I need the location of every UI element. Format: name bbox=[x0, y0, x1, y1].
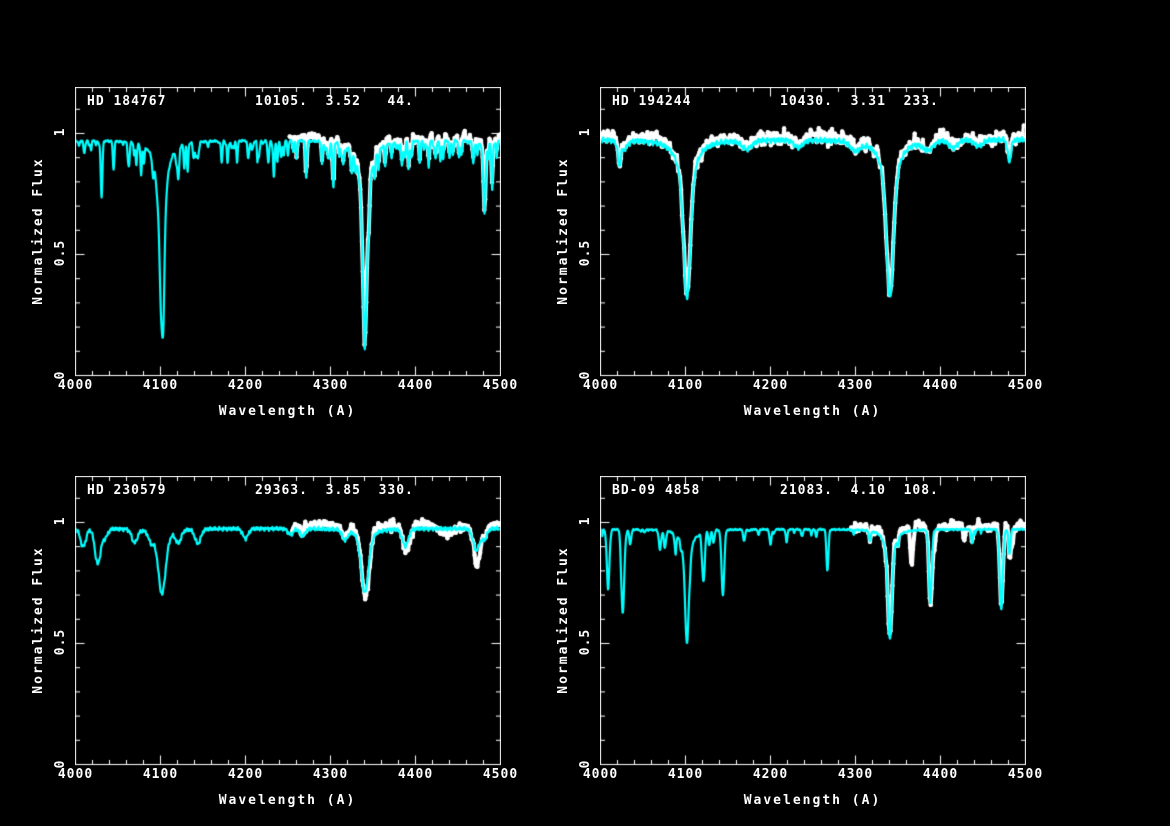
spectrum-panel-hd194244: HD 194244 10430. 3.31 233. Wavelength (A… bbox=[525, 0, 1110, 413]
x-tick-label: 4100 bbox=[656, 767, 716, 783]
y-tick-label: 1 bbox=[53, 491, 69, 551]
spectrum-plot-canvas bbox=[75, 87, 501, 377]
spectrum-plot-canvas bbox=[75, 476, 501, 766]
star-name-label: HD 230579 bbox=[87, 483, 166, 499]
star-name-label: HD 194244 bbox=[612, 94, 691, 110]
fit-params-label: 10430. 3.31 233. bbox=[780, 94, 939, 110]
y-tick-label: 0.5 bbox=[578, 612, 594, 672]
y-axis-title: Normalized Flux bbox=[556, 476, 572, 764]
x-tick-label: 4400 bbox=[911, 767, 971, 783]
y-tick-label: 0.5 bbox=[53, 223, 69, 283]
spectrum-panel-bd094858: BD-09 4858 21083. 4.10 108. Wavelength (… bbox=[525, 389, 1110, 802]
star-name-label: HD 184767 bbox=[87, 94, 166, 110]
fit-params-label: 29363. 3.85 330. bbox=[255, 483, 414, 499]
y-tick-label: 0.5 bbox=[53, 612, 69, 672]
x-tick-label: 4500 bbox=[996, 767, 1056, 783]
x-tick-label: 4300 bbox=[301, 767, 361, 783]
spectrum-plot-canvas bbox=[600, 87, 1026, 377]
y-axis-title: Normalized Flux bbox=[31, 87, 47, 375]
fit-params-label: 21083. 4.10 108. bbox=[780, 483, 939, 499]
x-tick-label: 4500 bbox=[471, 767, 531, 783]
x-tick-label: 4200 bbox=[741, 767, 801, 783]
x-tick-label: 4100 bbox=[131, 767, 191, 783]
fit-params-label: 10105. 3.52 44. bbox=[255, 94, 414, 110]
y-tick-label: 0 bbox=[578, 734, 594, 794]
y-tick-label: 0.5 bbox=[578, 223, 594, 283]
spectra-figure: HD 184767 10105. 3.52 44. Wavelength (A)… bbox=[0, 0, 1170, 826]
spectrum-plot-canvas bbox=[600, 476, 1026, 766]
x-tick-label: 4200 bbox=[216, 767, 276, 783]
spectrum-panel-hd184767: HD 184767 10105. 3.52 44. Wavelength (A)… bbox=[0, 0, 585, 413]
x-tick-label: 4400 bbox=[386, 767, 446, 783]
y-tick-label: 1 bbox=[578, 491, 594, 551]
x-axis-title: Wavelength (A) bbox=[75, 793, 500, 809]
y-tick-label: 1 bbox=[578, 102, 594, 162]
y-tick-label: 0 bbox=[53, 734, 69, 794]
spectrum-panel-hd230579: HD 230579 29363. 3.85 330. Wavelength (A… bbox=[0, 389, 585, 802]
y-axis-title: Normalized Flux bbox=[556, 87, 572, 375]
y-axis-title: Normalized Flux bbox=[31, 476, 47, 764]
x-tick-label: 4300 bbox=[826, 767, 886, 783]
star-name-label: BD-09 4858 bbox=[612, 483, 700, 499]
y-tick-label: 1 bbox=[53, 102, 69, 162]
x-axis-title: Wavelength (A) bbox=[600, 793, 1025, 809]
